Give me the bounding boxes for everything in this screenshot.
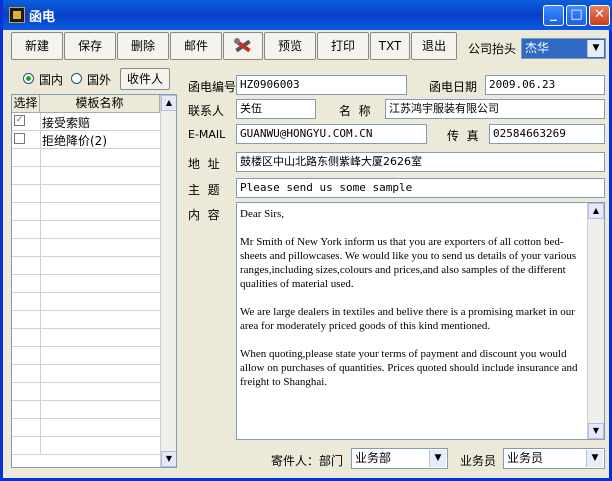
template-grid: 选择 模板名称 ✓ 接受索赔 拒绝降价(2) ▲ ▼ xyxy=(11,94,177,468)
foreign-label: 国外 xyxy=(87,73,112,87)
company-header-label: 公司抬头 xyxy=(468,42,517,56)
contact-label: 联系人 xyxy=(188,104,225,118)
address-field[interactable]: 鼓楼区中山北路东侧紫峰大厦2626室 xyxy=(236,152,605,172)
grid-empty-row xyxy=(12,203,160,221)
contact-field[interactable]: 关伍 xyxy=(236,99,316,119)
grid-empty-row xyxy=(12,401,160,419)
staff-label: 业务员 xyxy=(460,454,497,468)
address-label: 地 址 xyxy=(188,157,220,171)
fax-label: 传 真 xyxy=(447,129,479,143)
company-name-field[interactable]: 江苏鸿宇服装有限公司 xyxy=(385,99,605,119)
template-name: 拒绝降价(2) xyxy=(42,134,107,148)
email-field[interactable]: GUANWU@HONGYU.COM.CN xyxy=(236,124,427,144)
grid-empty-row xyxy=(12,347,160,365)
checkbox-icon[interactable] xyxy=(14,133,25,144)
grid-empty-row xyxy=(12,311,160,329)
grid-empty-row xyxy=(12,293,160,311)
toolbar: 新建 保存 删除 邮件 预览 打印 TXT 退出 xyxy=(11,32,463,62)
grid-empty-row xyxy=(12,383,160,401)
grid-empty-row xyxy=(12,167,160,185)
chevron-down-icon: ▼ xyxy=(586,450,603,467)
grid-empty-row xyxy=(12,419,160,437)
subject-field[interactable]: Please send us some sample xyxy=(236,178,605,198)
sender-department-label: 寄件人：部门 xyxy=(271,454,344,468)
close-button[interactable]: ✕ xyxy=(589,5,610,26)
scroll-down-icon[interactable]: ▼ xyxy=(588,423,604,439)
app-window: 函电 _ □ ✕ 新建 保存 删除 邮件 预览 打印 TXT 退出 公司抬头 杰… xyxy=(0,0,612,481)
domestic-radio[interactable] xyxy=(23,73,34,84)
grid-empty-row xyxy=(12,257,160,275)
delete-button[interactable]: 删除 xyxy=(117,32,169,60)
foreign-radio[interactable] xyxy=(71,73,82,84)
recipient-button[interactable]: 收件人 xyxy=(120,68,170,90)
template-row[interactable]: 拒绝降价(2) xyxy=(12,131,160,149)
exit-button[interactable]: 退出 xyxy=(411,32,457,60)
scroll-down-icon[interactable]: ▼ xyxy=(161,451,176,467)
grid-empty-row xyxy=(12,149,160,167)
grid-empty-row xyxy=(12,365,160,383)
new-button[interactable]: 新建 xyxy=(11,32,63,60)
save-button[interactable]: 保存 xyxy=(64,32,116,60)
grid-empty-row xyxy=(12,275,160,293)
letter-date-field[interactable]: 2009.06.23 xyxy=(485,75,605,95)
mail-button[interactable]: 邮件 xyxy=(170,32,222,60)
checkbox-icon[interactable]: ✓ xyxy=(14,115,25,126)
template-row[interactable]: ✓ 接受索赔 xyxy=(12,113,160,131)
app-icon xyxy=(9,7,25,23)
template-name: 接受索赔 xyxy=(42,116,91,130)
chevron-down-icon: ▼ xyxy=(429,450,446,467)
tools-button[interactable] xyxy=(223,32,263,60)
letter-no-label: 函电编号 xyxy=(188,80,237,94)
grid-empty-row xyxy=(12,329,160,347)
domestic-label: 国内 xyxy=(39,73,64,87)
staff-value: 业务员 xyxy=(507,451,544,465)
preview-button[interactable]: 预览 xyxy=(264,32,316,60)
title-bar[interactable]: 函电 _ □ ✕ xyxy=(3,0,612,30)
letter-no-field[interactable]: HZ0906003 xyxy=(236,75,407,95)
fax-field[interactable]: 02584663269 xyxy=(489,124,605,144)
grid-scrollbar[interactable]: ▲ ▼ xyxy=(160,95,176,467)
txt-button[interactable]: TXT xyxy=(370,32,410,60)
content-label: 内 容 xyxy=(188,208,220,222)
chevron-down-icon: ▼ xyxy=(587,40,604,57)
subject-label: 主 题 xyxy=(188,183,220,197)
grid-empty-row xyxy=(12,185,160,203)
department-select[interactable]: 业务部 ▼ xyxy=(351,448,448,469)
grid-empty-row xyxy=(12,221,160,239)
content-textarea[interactable]: Dear Sirs, Mr Smith of New York inform u… xyxy=(236,202,605,440)
company-header-value: 杰华 xyxy=(525,41,550,55)
company-header-select[interactable]: 杰华 ▼ xyxy=(521,38,606,59)
department-value: 业务部 xyxy=(355,451,392,465)
letter-date-label: 函电日期 xyxy=(429,80,478,94)
content-scrollbar[interactable]: ▲ ▼ xyxy=(587,203,604,439)
name-label: 名 称 xyxy=(339,104,371,118)
window-title: 函电 xyxy=(29,10,56,25)
staff-select[interactable]: 业务员 ▼ xyxy=(503,448,605,469)
content-text: Dear Sirs, Mr Smith of New York inform u… xyxy=(240,208,578,388)
tools-icon xyxy=(234,38,251,53)
maximize-button[interactable]: □ xyxy=(566,5,587,26)
scroll-up-icon[interactable]: ▲ xyxy=(161,95,176,111)
minimize-button[interactable]: _ xyxy=(543,5,564,26)
scroll-up-icon[interactable]: ▲ xyxy=(588,203,604,219)
grid-empty-row xyxy=(12,437,160,455)
grid-header-name: 模板名称 xyxy=(40,95,160,113)
email-label: E-MAIL xyxy=(188,128,226,141)
grid-empty-row xyxy=(12,239,160,257)
print-button[interactable]: 打印 xyxy=(317,32,369,60)
grid-header-select: 选择 xyxy=(12,95,40,113)
